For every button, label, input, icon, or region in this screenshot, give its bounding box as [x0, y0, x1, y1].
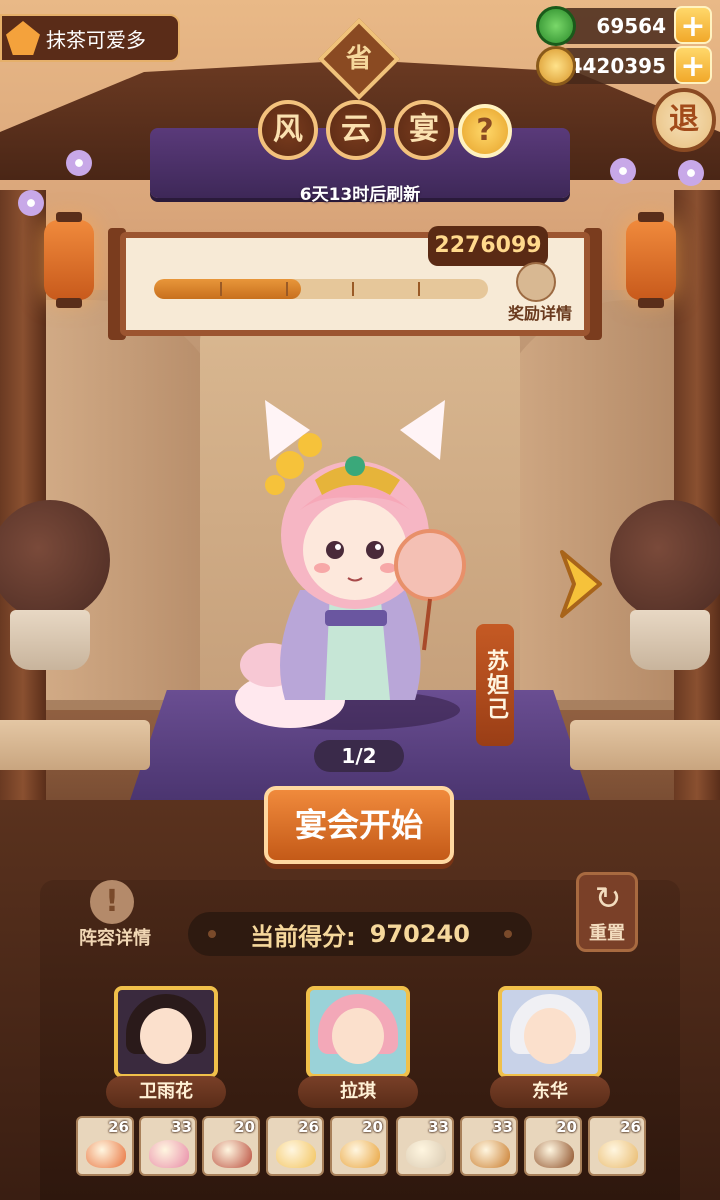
hero-name: 东华: [490, 1076, 610, 1108]
right-ledge: [570, 720, 720, 770]
potted-plant-icon: [0, 500, 110, 670]
alert-icon: !: [90, 880, 134, 924]
dish-icon: [598, 1140, 638, 1168]
dish-icon: [276, 1140, 316, 1168]
jade-currency: 69564 +: [536, 6, 712, 46]
hero-face: [524, 1008, 576, 1064]
dish-icon: [212, 1140, 252, 1168]
dish-count: 26: [298, 1118, 319, 1136]
title-char: 云: [326, 100, 386, 160]
score-value: 970240: [369, 920, 470, 948]
lantern-icon: [44, 212, 94, 308]
next-character-arrow-icon[interactable]: [556, 546, 606, 622]
target-score: 2276099: [428, 226, 548, 266]
dish-slot[interactable]: 26: [588, 1116, 646, 1176]
jade-amount: 69564: [596, 14, 666, 38]
dish-slot[interactable]: 26: [76, 1116, 134, 1176]
player-name-tag[interactable]: 抹茶可爱多: [0, 14, 180, 62]
score-label: 当前得分:: [250, 922, 356, 951]
dish-icon: [406, 1140, 446, 1168]
dish-count: 26: [108, 1118, 129, 1136]
dish-icon: [534, 1140, 574, 1168]
start-banquet-button[interactable]: 宴会开始: [264, 786, 454, 864]
progress-tick: [220, 282, 222, 296]
progress-tick: [352, 282, 354, 296]
lineup-details-label: 阵容详情: [79, 928, 151, 949]
dish-slot[interactable]: 20: [524, 1116, 582, 1176]
refresh-countdown: 6天13时后刷新: [299, 185, 421, 205]
dish-icon: [149, 1140, 189, 1168]
province-badge: 省: [345, 44, 372, 74]
hero-name: 拉琪: [298, 1076, 418, 1108]
add-jade-button[interactable]: +: [674, 6, 712, 44]
dish-count: 33: [428, 1118, 449, 1136]
flower-icon: [18, 190, 44, 216]
dish-slot[interactable]: 33: [460, 1116, 518, 1176]
lineup-details-button[interactable]: ! 阵容详情: [70, 880, 160, 950]
dish-count: 33: [171, 1118, 192, 1136]
reset-label: 重置: [589, 923, 625, 944]
help-button[interactable]: ?: [458, 104, 512, 158]
character-sudaji[interactable]: [230, 400, 480, 730]
title-char: 宴: [394, 100, 454, 160]
dish-slot[interactable]: 26: [266, 1116, 324, 1176]
dish-slot[interactable]: 33: [139, 1116, 197, 1176]
hero-card[interactable]: [114, 986, 218, 1078]
dish-slot[interactable]: 20: [330, 1116, 388, 1176]
dish-count: 26: [620, 1118, 641, 1136]
hero-card[interactable]: [306, 986, 410, 1078]
reward-box-icon[interactable]: [516, 262, 556, 302]
exit-button[interactable]: 退: [652, 88, 716, 152]
dish-icon: [340, 1140, 380, 1168]
jade-coin-icon: [536, 6, 576, 46]
reward-details-link[interactable]: 奖励详情: [500, 300, 580, 324]
score-progress-bar: [154, 279, 488, 299]
dish-icon: [86, 1140, 126, 1168]
player-rank-icon: [6, 21, 40, 55]
dish-count: 20: [556, 1118, 577, 1136]
game-scene: 抹茶可爱多 69564 + 4420395 + 退 省 风 云 宴 ? 6天13…: [0, 0, 720, 1200]
reset-button[interactable]: ↻ 重置: [576, 872, 638, 952]
progress-tick: [286, 282, 288, 296]
gold-amount: 4420395: [568, 54, 666, 78]
player-name: 抹茶可爱多: [46, 27, 146, 52]
potted-plant-icon: [610, 500, 720, 670]
decor-dot: [208, 930, 216, 938]
refresh-icon: ↻: [594, 879, 622, 917]
dish-count: 20: [362, 1118, 383, 1136]
flower-icon: [610, 158, 636, 184]
decor-dot: [504, 930, 512, 938]
title-char: 风: [258, 100, 318, 160]
current-score-bar: 当前得分: 970240: [188, 912, 532, 956]
dish-icon: [470, 1140, 510, 1168]
dish-count: 33: [492, 1118, 513, 1136]
hero-face: [140, 1008, 192, 1064]
character-page-indicator: 1/2: [314, 740, 404, 772]
character-name-plate: 苏妲己: [476, 624, 514, 746]
hero-card[interactable]: [498, 986, 602, 1078]
hero-face: [332, 1008, 384, 1064]
dish-count: 20: [234, 1118, 255, 1136]
dish-slot[interactable]: 33: [396, 1116, 454, 1176]
progress-fill: [154, 279, 301, 299]
left-ledge: [0, 720, 150, 770]
flower-icon: [66, 150, 92, 176]
dish-slot[interactable]: 20: [202, 1116, 260, 1176]
progress-tick: [418, 282, 420, 296]
gold-coin-icon: [536, 46, 576, 86]
lantern-icon: [626, 212, 676, 308]
hero-name: 卫雨花: [106, 1076, 226, 1108]
gold-currency: 4420395 +: [536, 46, 712, 86]
add-gold-button[interactable]: +: [674, 46, 712, 84]
flower-icon: [678, 160, 704, 186]
